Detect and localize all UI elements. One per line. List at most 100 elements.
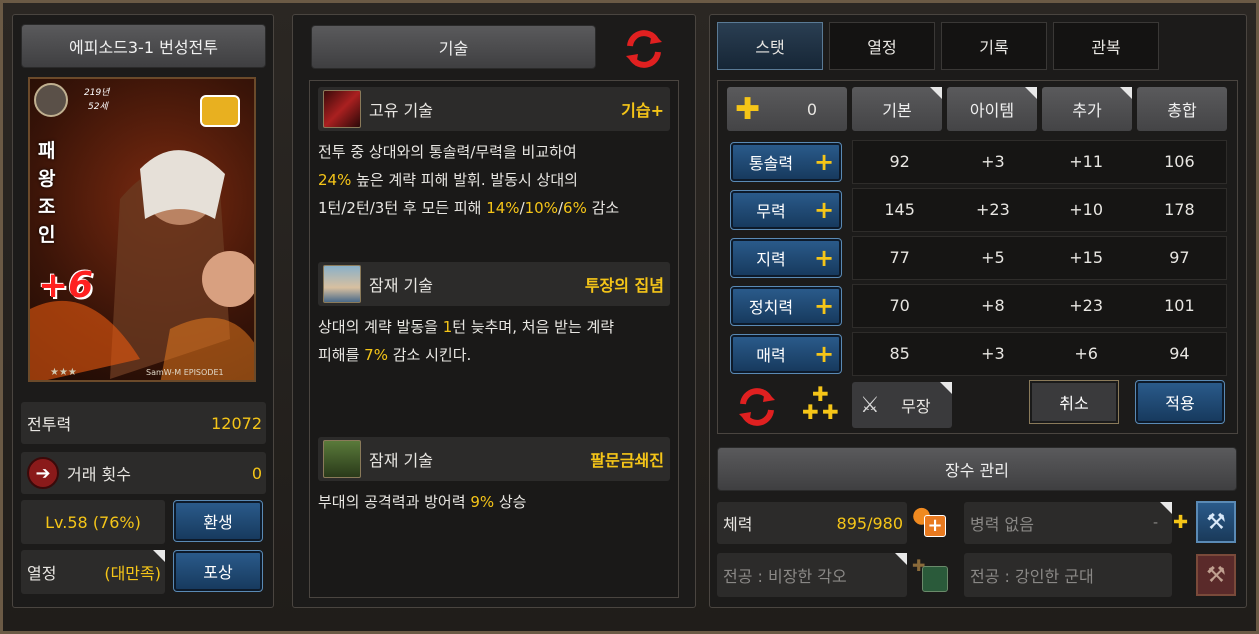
description-text: 감소 [586, 199, 620, 217]
tab-passion[interactable]: 열정 [829, 22, 935, 70]
description-text: 턴 늦추며, 처음 받는 계략 [452, 318, 615, 336]
tab-record[interactable]: 기록 [941, 22, 1047, 70]
reward-button[interactable]: 포상 [173, 550, 263, 592]
tab-stats[interactable]: 스탯 [717, 22, 823, 70]
stat-increase-button[interactable]: 정치력 + [730, 286, 842, 326]
stat-value: 85 [889, 344, 910, 363]
plus-icon: + [813, 244, 835, 272]
highlight-value: 7% [364, 346, 388, 364]
description-text: 상승 [494, 493, 527, 511]
stat-row: 145 +23 +10 178 [852, 188, 1227, 232]
skill-type: 고유 기술 [369, 101, 433, 120]
stat-value: 92 [889, 152, 910, 171]
chat-bubble-icon[interactable] [200, 95, 240, 127]
card-age: 52세 [88, 102, 108, 112]
tab-uniform[interactable]: 관복 [1053, 22, 1159, 70]
passion-box[interactable]: 열정 (대만족) [21, 550, 165, 594]
col-total: 총합 [1137, 87, 1227, 131]
add-troops-icon[interactable]: ✚ [1173, 512, 1188, 533]
stat-row: 70 +8 +23 101 [852, 284, 1227, 328]
skill-header-unique[interactable]: 고유 기술 기습+ [318, 87, 670, 131]
crossed-swords-icon: ⚔ [860, 392, 880, 418]
stat-row: 77 +5 +15 97 [852, 236, 1227, 280]
stat-increase-button[interactable]: 무력 + [730, 190, 842, 230]
stat-value: 70 [889, 296, 910, 315]
skill-header-latent-2[interactable]: 잠재 기술 팔문금쇄진 [318, 437, 670, 481]
trade-count-label: 거래 횟수 [67, 465, 131, 484]
col-extra[interactable]: 추가 [1042, 87, 1132, 131]
hp-value: 895/980 [836, 513, 903, 533]
description-text: 피해를 [318, 346, 365, 364]
hp-row: 체력 895/980 [717, 502, 907, 544]
plus-icon: + [813, 340, 835, 368]
stat-points-value: 0 [806, 99, 817, 119]
skill-description-line: 전투 중 상대와의 통솔력/무력을 비교하여 [318, 138, 678, 166]
stat-row: 85 +3 +6 94 [852, 332, 1227, 376]
stat-value: +15 [1069, 248, 1103, 267]
stat-value: 178 [1164, 200, 1195, 219]
description-text: 상대의 계략 발동을 [318, 318, 443, 336]
stat-label: 매력 [756, 346, 786, 365]
rebirth-button[interactable]: 환생 [173, 500, 263, 542]
troops-row[interactable]: 병력 없음 - [964, 502, 1172, 544]
general-card[interactable]: 219년 52세 패왕 조인 +6 ★★★ SamW-M EPISODE1 [28, 77, 256, 382]
merit-2-text: 전공 : 강인한 군대 [970, 567, 1094, 586]
stat-increase-button[interactable]: 통솔력 + [730, 142, 842, 182]
passion-label: 열정 [27, 564, 57, 583]
hp-label: 체력 [723, 515, 753, 534]
apply-button[interactable]: 적용 [1135, 380, 1225, 424]
class-label: 무장 [901, 397, 931, 416]
general-management-header: 장수 관리 [717, 447, 1237, 491]
card-stars: ★★★ [50, 367, 77, 378]
troop-type-icon[interactable]: ⚒ [1196, 501, 1236, 543]
col-base[interactable]: 기본 [852, 87, 942, 131]
merit-add-icon[interactable]: ✚ [912, 556, 950, 594]
arrow-circle-icon[interactable]: ➔ [27, 457, 59, 489]
col-item[interactable]: 아이템 [947, 87, 1037, 131]
description-text: 전투 중 상대와의 통솔력/무력을 비교하여 [318, 143, 577, 161]
heal-icon[interactable]: ● + [912, 503, 950, 541]
stat-points-box: ✚ 0 [727, 87, 847, 131]
skill-description: 부대의 공격력과 방어력 9% 상승 [318, 488, 678, 516]
combat-power-label: 전투력 [27, 415, 72, 434]
highlight-value: 6% [563, 199, 587, 217]
class-box[interactable]: ⚔ 무장 [852, 382, 952, 428]
stat-increase-button[interactable]: 지력 + [730, 238, 842, 278]
description-text: 높은 계략 피해 발휘. 발동시 상대의 [351, 171, 578, 189]
level-text: Lv.58 (76%) [45, 512, 141, 532]
merit-2-row[interactable]: 전공 : 강인한 군대 [964, 553, 1172, 597]
refresh-icon[interactable] [622, 28, 666, 70]
stat-value: +23 [1069, 296, 1103, 315]
stat-value: +3 [981, 152, 1005, 171]
combat-power-value: 12072 [211, 413, 262, 433]
skill-description-line: 상대의 계략 발동을 1턴 늦추며, 처음 받는 계략 [318, 313, 678, 341]
skill-header-latent-1[interactable]: 잠재 기술 투장의 집념 [318, 262, 670, 306]
card-year: 219년 [84, 88, 110, 98]
plus-icon: + [813, 148, 835, 176]
level-box: Lv.58 (76%) [21, 500, 165, 544]
reset-stats-icon[interactable] [735, 384, 779, 428]
stat-increase-button[interactable]: 매력 + [730, 334, 842, 374]
plus-icon: + [813, 196, 835, 224]
auto-distribute-icon[interactable]: ✚ ✚ ✚ [800, 382, 844, 426]
episode-title: 에피소드3-1 번성전투 [21, 24, 266, 68]
card-plus-level: +6 [38, 265, 94, 306]
stat-value: +23 [975, 200, 1010, 219]
merit-1-row[interactable]: 전공 : 비장한 각오 [717, 553, 907, 597]
description-text: 부대의 공격력과 방어력 [318, 493, 471, 511]
passion-value: (대만족) [104, 564, 161, 583]
stat-value: +3 [981, 344, 1005, 363]
cancel-button[interactable]: 취소 [1029, 380, 1119, 424]
stat-value: +11 [1069, 152, 1103, 171]
skill-name: 팔문금쇄진 [590, 451, 664, 470]
highlight-value: 14% [486, 199, 520, 217]
stat-label: 지력 [756, 250, 786, 269]
card-brand: SamW-M EPISODE1 [146, 368, 224, 377]
combat-power-row: 전투력 12072 [21, 402, 266, 444]
skill-type: 잠재 기술 [369, 276, 433, 295]
stat-value: 94 [1169, 344, 1190, 363]
trade-count-value: 0 [251, 463, 262, 483]
skill-name: 투장의 집념 [584, 276, 664, 295]
highlight-value: 10% [524, 199, 558, 217]
troops-text: 병력 없음 [970, 515, 1034, 534]
